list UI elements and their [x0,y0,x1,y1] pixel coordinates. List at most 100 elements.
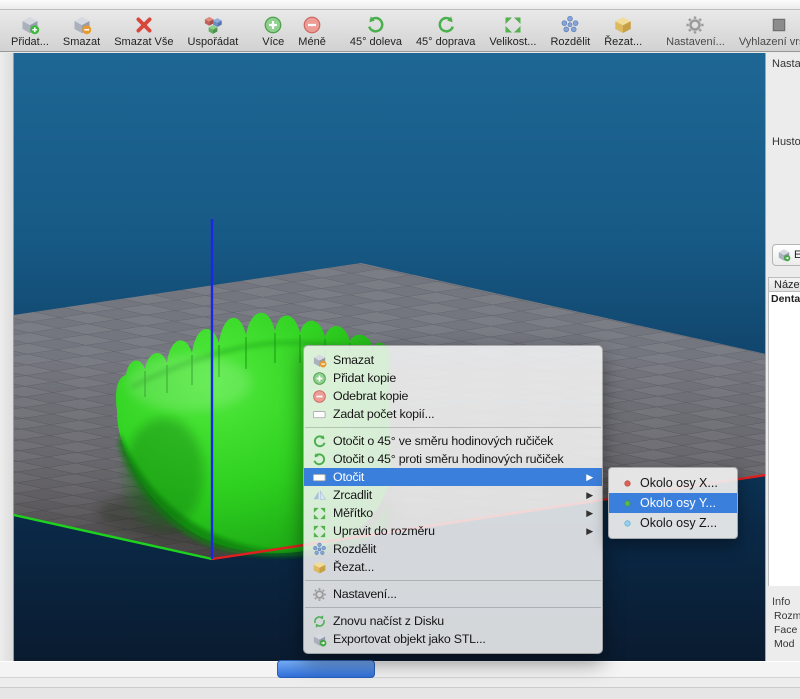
menu-separator [305,427,601,428]
menu-item-ezat[interactable]: Řezat... [304,558,602,576]
submenu-item-label: Okolo osy Z... [640,516,717,530]
toolbar-button-m-n[interactable]: Méně [291,13,333,51]
menu-item-m-tko[interactable]: Měřítko▶ [304,504,602,522]
menu-item-oto-it-o-45-proti-sm-ru-hodinov-ch-ru-i-ek[interactable]: Otočit o 45° proti směru hodinových ruči… [304,450,602,468]
object-row[interactable]: Dental_ [768,292,800,307]
toolbar-button-uspo-dat[interactable]: Uspořádat [181,13,246,51]
submenu-arrow-icon: ▶ [578,526,593,537]
toolbar-button-label: Velikost... [489,36,536,48]
menu-item-znovu-na-st-z-disku[interactable]: Znovu načíst z Disku [304,612,602,630]
object-table-header: Název [768,277,800,292]
menu-item-oto-it-o-45-ve-sm-ru-hodinov-ch-ru-i-ek[interactable]: Otočit o 45° ve směru hodinových ručiček [304,432,602,450]
menu-item-smazat[interactable]: Smazat [304,351,602,369]
toolbar-button-label: 45° doprava [416,36,475,48]
toolbar-button-label: Nastavení... [666,36,725,48]
menu-item-label: Nastavení... [333,587,397,601]
gear-icon [685,15,705,35]
menu-separator [305,580,601,581]
right-panel: Nastav Husto E Název Dental_ Info Rozm F… [765,53,800,661]
split-dots-icon [312,542,327,557]
toolbar-button-smazat-v-e[interactable]: Smazat Vše [107,13,180,51]
cube-export-icon [312,632,327,647]
submenu-item-okolo-osy-y[interactable]: Okolo osy Y... [609,493,737,513]
submenu-item-label: Okolo osy Y... [640,496,716,510]
dot-blue-icon [621,517,634,530]
submenu-arrow-icon: ▶ [578,472,593,483]
menu-item-label: Měřítko [333,506,373,520]
info-row-model: Mod [774,638,794,650]
menu-item-oto-it[interactable]: Otočit▶ [304,468,602,486]
export-button-label: E [794,249,800,261]
mirror-icon [312,488,327,503]
menu-item-label: Upravit do rozměru [333,524,435,538]
submenu-item-label: Okolo osy X... [640,476,718,490]
cube-export-icon [777,248,791,262]
dot-green-icon [621,497,634,510]
toolbar-button-vyhlazen-vrstev[interactable]: Vyhlazení vrstev [732,13,800,51]
menu-item-odebrat-kopie[interactable]: Odebrat kopie [304,387,602,405]
menu-item-zrcadlit[interactable]: Zrcadlit▶ [304,486,602,504]
menu-item-zadat-po-et-kopi[interactable]: Zadat počet kopií... [304,405,602,423]
menu-item-label: Otočit o 45° proti směru hodinových ruči… [333,452,564,466]
menu-item-p-idat-kopie[interactable]: Přidat kopie [304,369,602,387]
gear-icon [312,587,327,602]
menu-item-label: Rozdělit [333,542,376,556]
rotate-cw-icon [436,15,456,35]
rotate-ccw-icon [366,15,386,35]
plus-circle-icon [263,15,283,35]
left-gutter [0,53,14,661]
submenu-arrow-icon: ▶ [578,490,593,501]
minus-circle-icon [312,389,327,404]
settings-label: Nastav [772,58,800,70]
cube-plus-icon [20,15,40,35]
menu-item-rozd-lit[interactable]: Rozdělit [304,540,602,558]
toolbar-button-smazat[interactable]: Smazat [56,13,107,51]
menu-item-label: Přidat kopie [333,371,396,385]
object-list[interactable] [768,307,800,586]
gray-square-icon [769,15,789,35]
toolbar-button-nastaven[interactable]: Nastavení... [659,13,732,51]
toolbar-button-label: Více [262,36,284,48]
menu-item-upravit-do-rozm-ru[interactable]: Upravit do rozměru ▶ [304,522,602,540]
size-arrows-icon [503,15,523,35]
cube-minus-icon [72,15,92,35]
plus-circle-icon [312,371,327,386]
toolbar-button-rozd-lit[interactable]: Rozdělit [543,13,597,51]
menu-item-label: Znovu načíst z Disku [333,614,444,628]
toolbar-button-p-idat[interactable]: Přidat... [4,13,56,51]
status-bar [0,661,800,678]
submenu-item-okolo-osy-x[interactable]: Okolo osy X... [609,473,737,493]
toolbar-button-45-doprava[interactable]: 45° doprava [409,13,482,51]
menu-item-label: Řezat... [333,560,374,574]
toolbar-button-45-doleva[interactable]: 45° doleva [343,13,409,51]
arrange-cubes-icon [203,15,223,35]
toolbar-button-label: Smazat [63,36,100,48]
white-rect-icon [312,470,327,485]
size-arrows-icon [312,524,327,539]
menu-item-exportovat-objekt-jako-stl[interactable]: Exportovat objekt jako STL... [304,630,602,648]
cube-minus-icon [312,353,327,368]
export-button[interactable]: E [772,244,800,266]
toolbar-button-velikost[interactable]: Velikost... [482,13,543,51]
submenu-item-okolo-osy-z[interactable]: Okolo osy Z... [609,513,737,533]
rotate-cw-icon [312,434,327,449]
info-row-facets: Face [774,624,797,636]
toolbar-button-label: 45° doleva [350,36,402,48]
export-gcode-button[interactable] [277,660,375,678]
density-label: Husto [772,136,800,148]
toolbar-button-label: Řezat... [604,36,642,48]
minus-circle-icon [302,15,322,35]
toolbar-button-v-ce[interactable]: Více [255,13,291,51]
toolbar-button-label: Smazat Vše [114,36,173,48]
main-toolbar: Přidat... Smazat Smazat Vše Uspořádat Více Mé… [0,10,800,52]
rotate-ccw-icon [312,452,327,467]
slicer-window: Přidat... Smazat Smazat Vše Uspořádat Více Mé… [0,0,800,699]
menu-separator [305,607,601,608]
toolbar-button-label: Méně [298,36,326,48]
toolbar-button-ezat[interactable]: Řezat... [597,13,649,51]
menu-item-nastaven[interactable]: Nastavení... [304,585,602,603]
reload-icon [312,614,327,629]
menu-item-label: Zadat počet kopií... [333,407,434,421]
menu-item-label: Odebrat kopie [333,389,408,403]
titlebar [0,0,800,10]
